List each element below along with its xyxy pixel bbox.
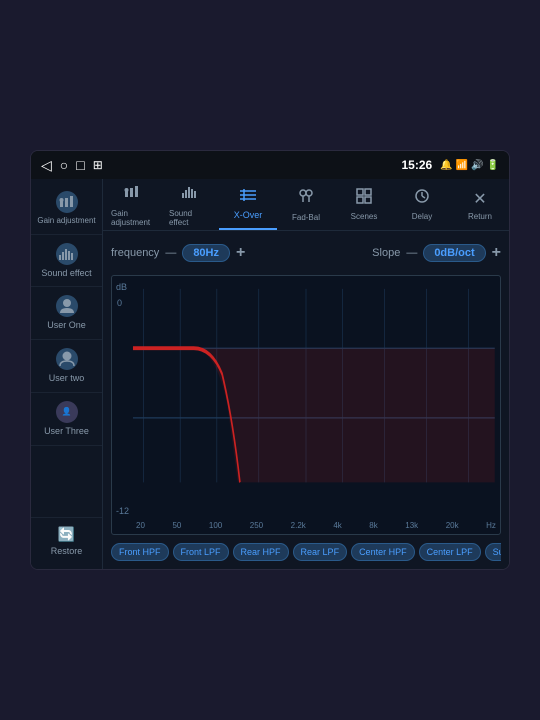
sound-effect-icon bbox=[56, 243, 78, 265]
sidebar-item-sound-effect[interactable]: Sound effect bbox=[31, 235, 102, 288]
filter-subwoofer[interactable]: Subwoofer. bbox=[485, 543, 501, 561]
filter-front-lpf[interactable]: Front LPF bbox=[173, 543, 229, 561]
fad-bal-tab-label: Fad-Bal bbox=[292, 213, 320, 222]
user-two-label: User two bbox=[49, 373, 85, 384]
wifi-icon: 📶 bbox=[456, 160, 468, 171]
return-tab-icon: ✕ bbox=[473, 189, 486, 209]
scenes-tab-icon bbox=[356, 188, 372, 209]
user-two-avatar bbox=[56, 348, 78, 370]
filter-center-lpf[interactable]: Center LPF bbox=[419, 543, 481, 561]
x-over-tab-label: X-Over bbox=[234, 210, 263, 220]
tab-return[interactable]: ✕ Return bbox=[451, 179, 509, 230]
battery-icon: 🔋 bbox=[487, 160, 499, 171]
x-axis-labels: 20 50 100 250 2.2k 4k 8k 13k 20k Hz bbox=[136, 521, 496, 530]
freq-250: 250 bbox=[250, 521, 263, 530]
graph-svg bbox=[112, 276, 500, 534]
sidebar-item-user-three[interactable]: 👤 User Three bbox=[31, 393, 102, 446]
slope-dash: — bbox=[406, 247, 417, 259]
top-nav: Gain adjustment Sound effect bbox=[103, 179, 509, 231]
tab-gain-adjustment[interactable]: Gain adjustment bbox=[103, 179, 161, 230]
frequency-plus[interactable]: + bbox=[236, 244, 245, 262]
eq-graph: dB 0 -12 bbox=[111, 275, 501, 535]
right-panel: Gain adjustment Sound effect bbox=[103, 179, 509, 569]
status-icons: 🔔 📶 🔊 🔋 bbox=[440, 160, 499, 171]
status-info: 15:26 🔔 📶 🔊 🔋 bbox=[401, 158, 499, 172]
sound-icon: 🔊 bbox=[471, 160, 483, 171]
tab-scenes[interactable]: Scenes bbox=[335, 179, 393, 230]
sound-effect-tab-icon bbox=[181, 183, 199, 206]
fad-bal-tab-icon bbox=[297, 187, 315, 210]
filter-rear-hpf[interactable]: Rear HPF bbox=[233, 543, 289, 561]
return-tab-label: Return bbox=[468, 212, 492, 221]
sound-effect-tab-label: Sound effect bbox=[169, 209, 211, 227]
slope-plus[interactable]: + bbox=[492, 244, 501, 262]
sidebar-gain-label: Gain adjustment bbox=[37, 216, 95, 226]
eq-area: frequency — 80Hz + Slope — 0dB/oct + dB bbox=[103, 231, 509, 569]
freq-2k2: 2.2k bbox=[291, 521, 306, 530]
freq-13k: 13k bbox=[405, 521, 418, 530]
sidebar-sound-label: Sound effect bbox=[41, 268, 91, 279]
status-bar: ◁ ○ □ ⊞ 15:26 🔔 📶 🔊 🔋 bbox=[31, 151, 509, 179]
recents-icon[interactable]: □ bbox=[76, 157, 84, 173]
sidebar-item-user-one[interactable]: User One bbox=[31, 287, 102, 340]
slope-value[interactable]: 0dB/oct bbox=[423, 244, 485, 262]
tab-delay[interactable]: Delay bbox=[393, 179, 451, 230]
gain-tab-icon bbox=[123, 183, 141, 206]
user-three-avatar: 👤 bbox=[56, 401, 78, 423]
tab-x-over[interactable]: X-Over bbox=[219, 179, 277, 230]
filter-center-hpf[interactable]: Center HPF bbox=[351, 543, 415, 561]
filter-rear-lpf[interactable]: Rear LPF bbox=[293, 543, 348, 561]
frequency-label: frequency bbox=[111, 247, 159, 259]
freq-100: 100 bbox=[209, 521, 222, 530]
delay-tab-label: Delay bbox=[412, 212, 432, 221]
menu-icon[interactable]: ⊞ bbox=[93, 158, 103, 172]
restore-icon: 🔄 bbox=[58, 526, 75, 543]
sidebar-item-restore[interactable]: 🔄 Restore bbox=[31, 517, 102, 565]
frequency-control: frequency — 80Hz + bbox=[111, 244, 245, 262]
home-icon[interactable]: ○ bbox=[60, 157, 68, 173]
frequency-dash: — bbox=[165, 247, 176, 259]
gain-tab-label: Gain adjustment bbox=[111, 209, 153, 227]
sidebar-item-user-two[interactable]: User two bbox=[31, 340, 102, 393]
tab-fad-bal[interactable]: Fad-Bal bbox=[277, 179, 335, 230]
notification-icon: 🔔 bbox=[440, 160, 452, 171]
filter-front-hpf[interactable]: Front HPF bbox=[111, 543, 169, 561]
nav-controls: ◁ ○ □ ⊞ bbox=[41, 157, 103, 174]
user-three-label: User Three bbox=[44, 426, 89, 437]
sidebar-item-gain-adjustment[interactable]: Gain adjustment bbox=[31, 183, 102, 235]
freq-50: 50 bbox=[172, 521, 181, 530]
freq-20k: 20k bbox=[446, 521, 459, 530]
user-one-avatar bbox=[56, 295, 78, 317]
controls-row: frequency — 80Hz + Slope — 0dB/oct + bbox=[111, 239, 501, 267]
filter-buttons: Front HPF Front LPF Rear HPF Rear LPF Ce… bbox=[111, 543, 501, 561]
x-over-tab-icon bbox=[239, 188, 257, 207]
freq-hz: Hz bbox=[486, 521, 496, 530]
status-time: 15:26 bbox=[401, 158, 432, 172]
frequency-value[interactable]: 80Hz bbox=[182, 244, 230, 262]
gain-icon bbox=[56, 191, 78, 213]
scenes-tab-label: Scenes bbox=[351, 212, 378, 221]
slope-control: Slope — 0dB/oct + bbox=[372, 244, 501, 262]
main-content: Gain adjustment Sound effect bbox=[31, 179, 509, 569]
user-one-label: User One bbox=[47, 320, 86, 331]
freq-20: 20 bbox=[136, 521, 145, 530]
back-icon[interactable]: ◁ bbox=[41, 157, 52, 174]
restore-label: Restore bbox=[51, 546, 83, 557]
device-frame: ◁ ○ □ ⊞ 15:26 🔔 📶 🔊 🔋 bbox=[30, 150, 510, 570]
delay-tab-icon bbox=[414, 188, 430, 209]
slope-label: Slope bbox=[372, 247, 400, 259]
freq-8k: 8k bbox=[369, 521, 377, 530]
freq-4k: 4k bbox=[333, 521, 341, 530]
tab-sound-effect[interactable]: Sound effect bbox=[161, 179, 219, 230]
sidebar: Gain adjustment Sound effect bbox=[31, 179, 103, 569]
